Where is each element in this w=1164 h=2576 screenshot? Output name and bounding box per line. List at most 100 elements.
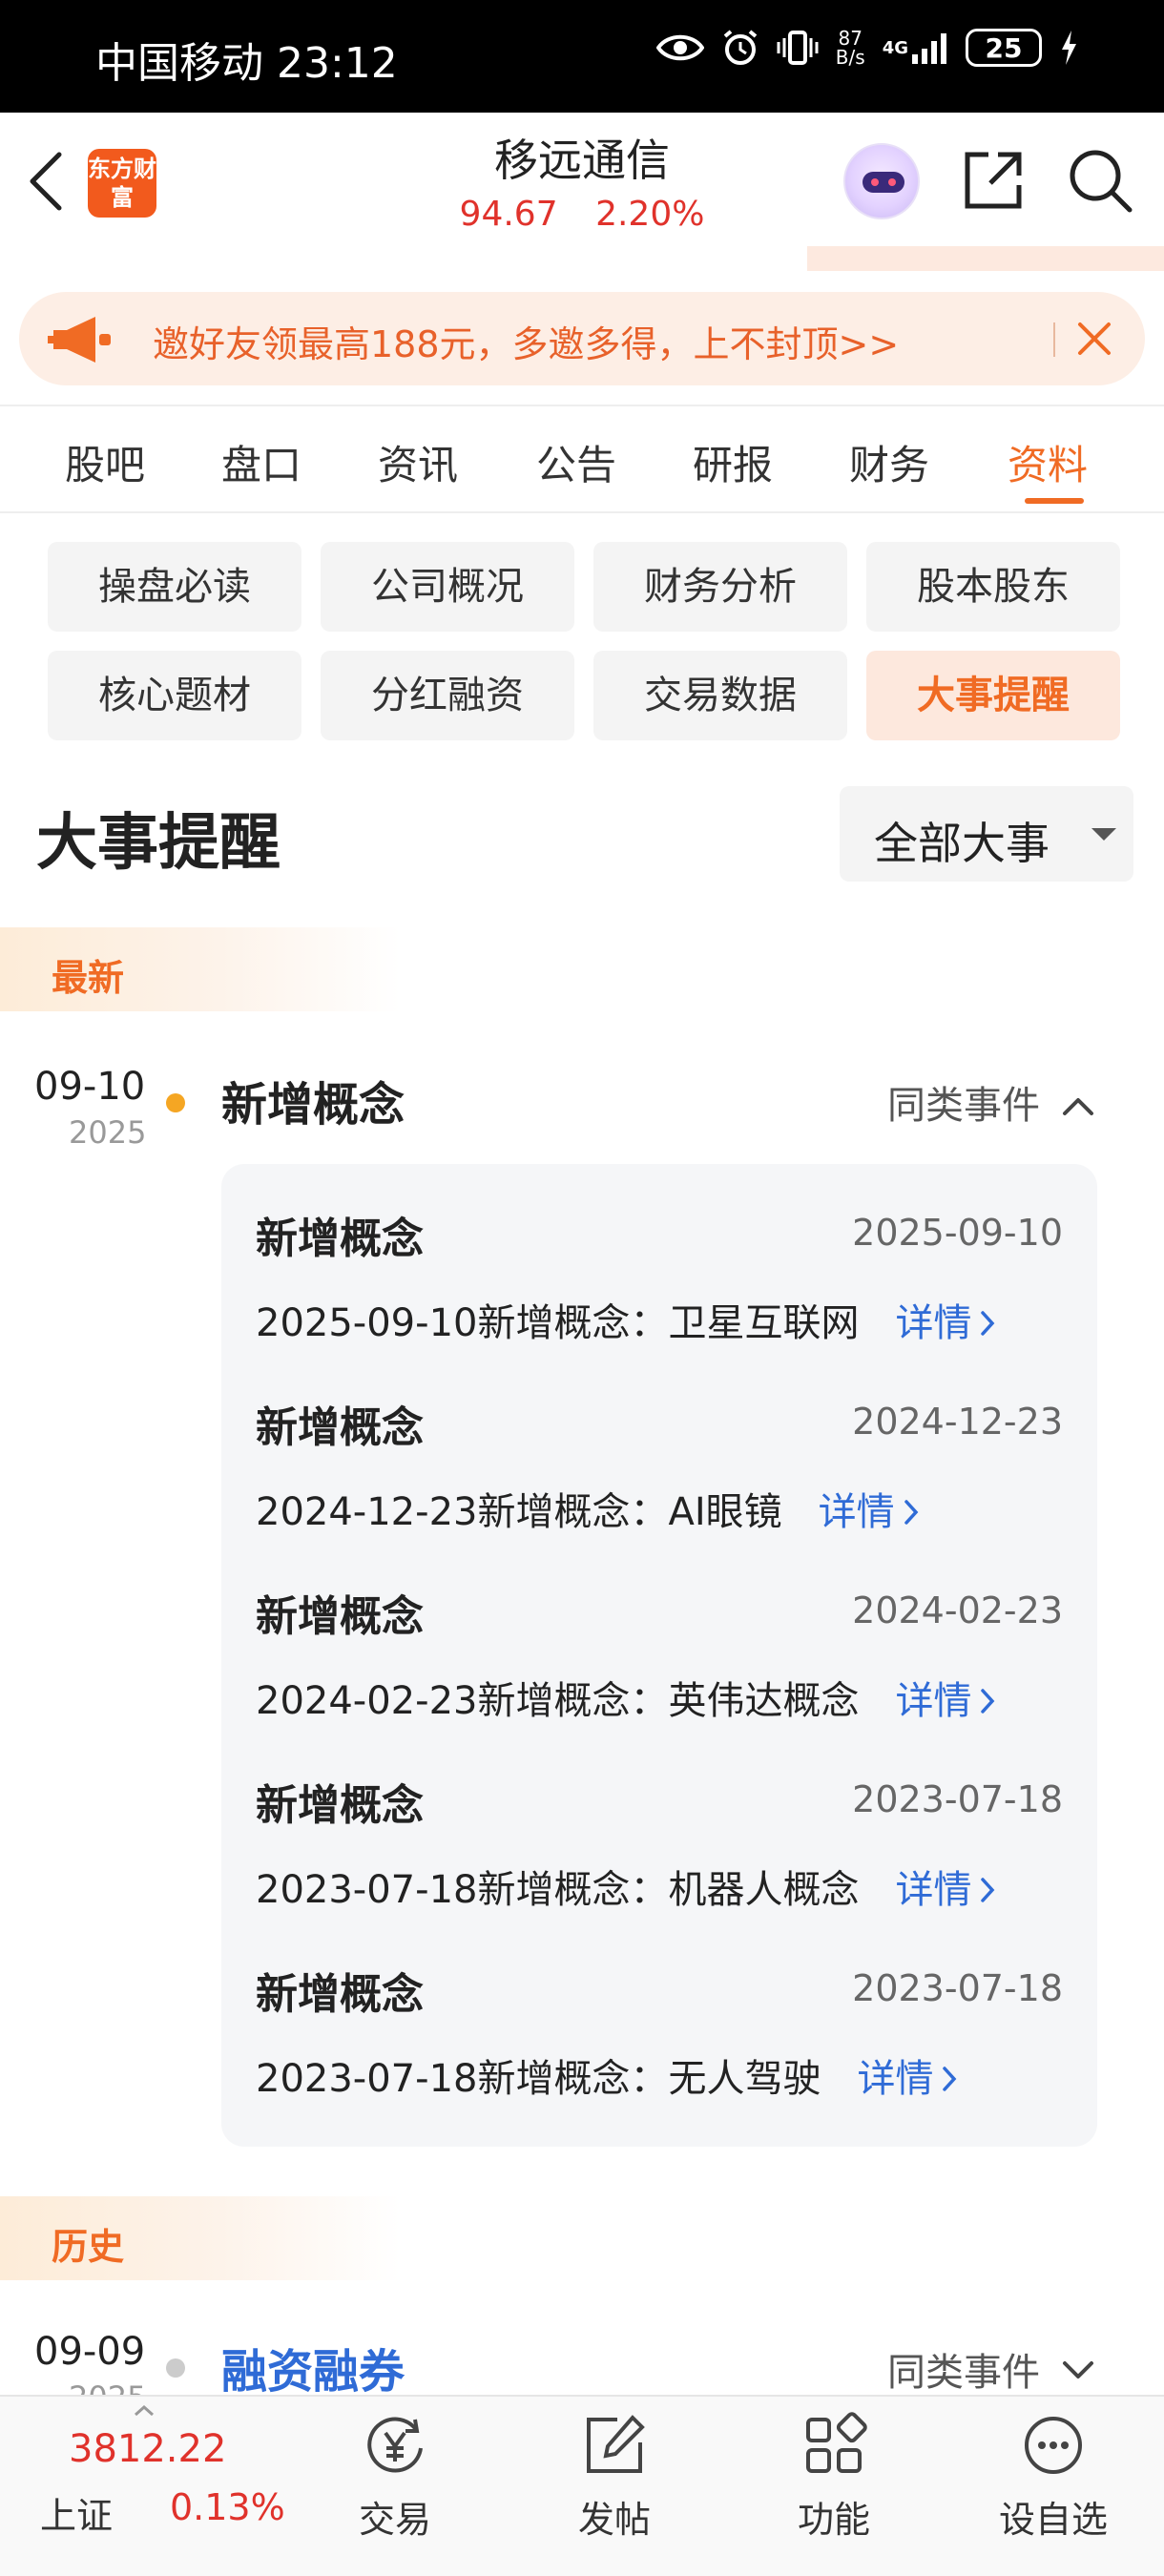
detail-link-label: 详情 — [895, 1301, 972, 1345]
tab-profile[interactable]: 资料 — [1008, 433, 1088, 491]
detail-link[interactable]: 详情 — [895, 1868, 996, 1912]
timeline-dot — [166, 1093, 185, 1112]
chip-company-overview[interactable]: 公司概况 — [321, 542, 574, 632]
detail-link[interactable]: 详情 — [895, 1679, 996, 1723]
signal-icon: 4G — [883, 31, 948, 64]
alarm-icon — [721, 29, 759, 67]
chip-financial-analysis[interactable]: 财务分析 — [593, 542, 847, 632]
index-value: 3812.22 — [69, 2427, 227, 2471]
chevron-right-icon — [904, 1500, 918, 1525]
event-desc: 2023-07-18新增概念：无人驾驶 详情 — [256, 2047, 958, 2103]
timeline-event-title-link[interactable]: 融资融券 — [221, 2334, 405, 2400]
event-desc-text: 2024-12-23新增概念：AI眼镜 — [256, 1490, 782, 1534]
chevron-right-icon — [981, 1311, 995, 1336]
same-type-events-toggle[interactable]: 同类事件 — [887, 2341, 1094, 2397]
share-icon[interactable] — [960, 147, 1027, 218]
net-speed: 87 B/s — [836, 29, 865, 67]
event-desc: 2024-12-23新增概念：AI眼镜 详情 — [256, 1481, 920, 1536]
event-desc: 2023-07-18新增概念：机器人概念 详情 — [256, 1859, 996, 1914]
banner-text[interactable]: 邀好友领最高188元，多邀多得，上不封顶>> — [153, 315, 899, 367]
chip-dividend-financing[interactable]: 分红融资 — [321, 651, 574, 740]
event-title: 新增概念 — [256, 1781, 424, 1830]
chip-trading-data[interactable]: 交易数据 — [593, 651, 847, 740]
close-icon[interactable] — [1076, 321, 1112, 361]
megaphone-icon — [48, 313, 118, 370]
stock-price: 94.67 — [459, 195, 558, 234]
battery-icon: 25 — [966, 29, 1042, 67]
event-title: 新增概念 — [256, 1403, 424, 1452]
timeline-date: 09-10 — [34, 1065, 146, 1109]
same-type-events-toggle[interactable]: 同类事件 — [887, 1074, 1094, 1130]
index-change: 0.13% — [170, 2486, 285, 2528]
event-desc: 2025-09-10新增概念：卫星互联网 详情 — [256, 1292, 996, 1347]
group-label-history-text: 历史 — [52, 2226, 125, 2268]
nav-trade-label: 交易 — [358, 2499, 431, 2541]
nav-trade[interactable]: 交易 — [319, 2410, 471, 2543]
event-desc-text: 2025-09-10新增概念：卫星互联网 — [256, 1301, 860, 1345]
tab-research[interactable]: 研报 — [693, 433, 773, 491]
chip-major-events[interactable]: 大事提醒 — [866, 651, 1120, 740]
detail-link-label: 详情 — [857, 2057, 934, 2101]
bottom-nav: 3812.22 上证 0.13% 交易 发帖 功能 设自选 — [0, 2395, 1164, 2576]
search-icon[interactable] — [1067, 147, 1133, 218]
timeline-date: 09-09 — [34, 2330, 146, 2374]
active-tab-indicator — [1025, 498, 1084, 504]
chevron-right-icon — [981, 1878, 995, 1902]
nav-post-label: 发帖 — [577, 2499, 651, 2541]
event-desc-text: 2023-07-18新增概念：机器人概念 — [256, 1868, 860, 1912]
chevron-right-icon — [981, 1689, 995, 1714]
net-speed-value: 87 — [838, 27, 863, 50]
chevron-up-icon — [1062, 1098, 1093, 1115]
invite-banner[interactable]: 邀好友领最高188元，多邀多得，上不封顶>> — [19, 292, 1145, 385]
event-desc-text: 2023-07-18新增概念：无人驾驶 — [256, 2057, 821, 2101]
charging-icon — [1059, 29, 1078, 67]
detail-link-label: 详情 — [895, 1679, 972, 1723]
nav-post[interactable]: 发帖 — [538, 2410, 691, 2543]
chevron-right-icon — [943, 2067, 957, 2091]
tab-bar: 股吧 盘口 资讯 公告 研报 财务 资料 — [0, 405, 1164, 513]
chip-core-themes[interactable]: 核心题材 — [48, 651, 301, 740]
edit-icon — [587, 2415, 645, 2473]
tab-pankou[interactable]: 盘口 — [221, 433, 301, 491]
chevron-up-icon[interactable] — [134, 2402, 155, 2420]
detail-link-label: 详情 — [895, 1868, 972, 1912]
event-date: 2023-07-18 — [852, 1778, 1063, 1820]
index-name: 上证 — [40, 2495, 114, 2537]
chip-shareholders[interactable]: 股本股东 — [866, 542, 1120, 632]
group-label-latest-text: 最新 — [52, 957, 125, 999]
event-title: 新增概念 — [256, 1970, 424, 2019]
carrier-time: 中国移动 23:12 — [95, 39, 398, 88]
battery-level: 25 — [985, 31, 1023, 64]
related-events-card: 新增概念 2025-09-10 2025-09-10新增概念：卫星互联网 详情 新… — [221, 1164, 1097, 2147]
event-filter-value: 全部大事 — [874, 818, 1050, 869]
status-bar: 中国移动 23:12 87 B/s 4G 25 — [0, 0, 1164, 113]
tab-news[interactable]: 资讯 — [378, 433, 458, 491]
network-type: 4G — [882, 37, 908, 58]
detail-link[interactable]: 详情 — [895, 1301, 996, 1345]
stock-header: 东方财富 移远通信 94.67 2.20% — [0, 113, 1164, 248]
tab-announcements[interactable]: 公告 — [536, 433, 616, 491]
eye-icon — [655, 31, 704, 64]
event-date: 2023-07-18 — [852, 1967, 1063, 2009]
tab-guba[interactable]: 股吧 — [65, 433, 145, 491]
chevron-down-icon — [1091, 828, 1116, 841]
event-date: 2024-02-23 — [852, 1589, 1063, 1631]
detail-link[interactable]: 详情 — [819, 1490, 920, 1534]
chip-must-read[interactable]: 操盘必读 — [48, 542, 301, 632]
stock-change: 2.20% — [595, 195, 705, 234]
grid-icon — [806, 2412, 867, 2473]
nav-functions[interactable]: 功能 — [758, 2410, 910, 2543]
event-filter-dropdown[interactable]: 全部大事 — [840, 786, 1133, 882]
tab-finance[interactable]: 财务 — [849, 433, 929, 491]
nav-add-watchlist[interactable]: 设自选 — [977, 2410, 1130, 2543]
nav-add-watchlist-label: 设自选 — [998, 2499, 1108, 2541]
ai-assistant-avatar[interactable] — [843, 143, 920, 219]
vibrate-icon — [777, 29, 819, 67]
detail-link[interactable]: 详情 — [857, 2057, 958, 2101]
more-icon — [1025, 2417, 1082, 2474]
event-date: 2025-09-10 — [852, 1212, 1063, 1254]
timeline-dot — [166, 2358, 185, 2378]
detail-link-label: 详情 — [818, 1490, 895, 1534]
banner-divider — [1053, 322, 1055, 357]
event-date: 2024-12-23 — [852, 1401, 1063, 1443]
